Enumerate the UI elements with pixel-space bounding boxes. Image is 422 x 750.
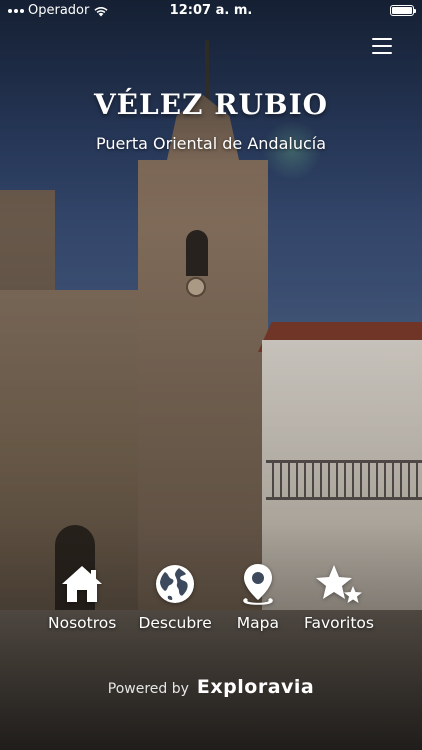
hamburger-menu-icon[interactable] (372, 38, 392, 54)
clock-time: 12:07 a. m. (169, 3, 253, 18)
stars-icon (315, 565, 362, 603)
powered-by: Powered by Exploravia (0, 676, 422, 698)
powered-by-label: Powered by (107, 681, 189, 697)
nav-item-favoritos[interactable]: Favoritos (304, 562, 374, 640)
brand-logo[interactable]: Exploravia (197, 676, 314, 698)
nav-label-favoritos: Favoritos (304, 614, 374, 632)
map-pin-icon (243, 564, 273, 605)
nav-label-descubre: Descubre (138, 614, 212, 632)
home-icon (62, 566, 103, 602)
globe-icon (156, 565, 195, 603)
page-subtitle: Puerta Oriental de Andalucía (95, 134, 327, 153)
nav-item-descubre[interactable]: Descubre (138, 562, 212, 640)
status-bar: Operador 12:07 a. m. (0, 0, 422, 22)
nav-item-mapa[interactable]: Mapa (234, 562, 282, 640)
nav-label-mapa: Mapa (236, 614, 279, 632)
battery-icon (390, 5, 416, 16)
page-title: VÉLEZ RUBIO (93, 88, 329, 121)
main-nav: Nosotros Descubre Mapa Favoritos (48, 562, 374, 640)
nav-item-nosotros[interactable]: Nosotros (48, 562, 116, 640)
nav-label-nosotros: Nosotros (48, 614, 117, 632)
